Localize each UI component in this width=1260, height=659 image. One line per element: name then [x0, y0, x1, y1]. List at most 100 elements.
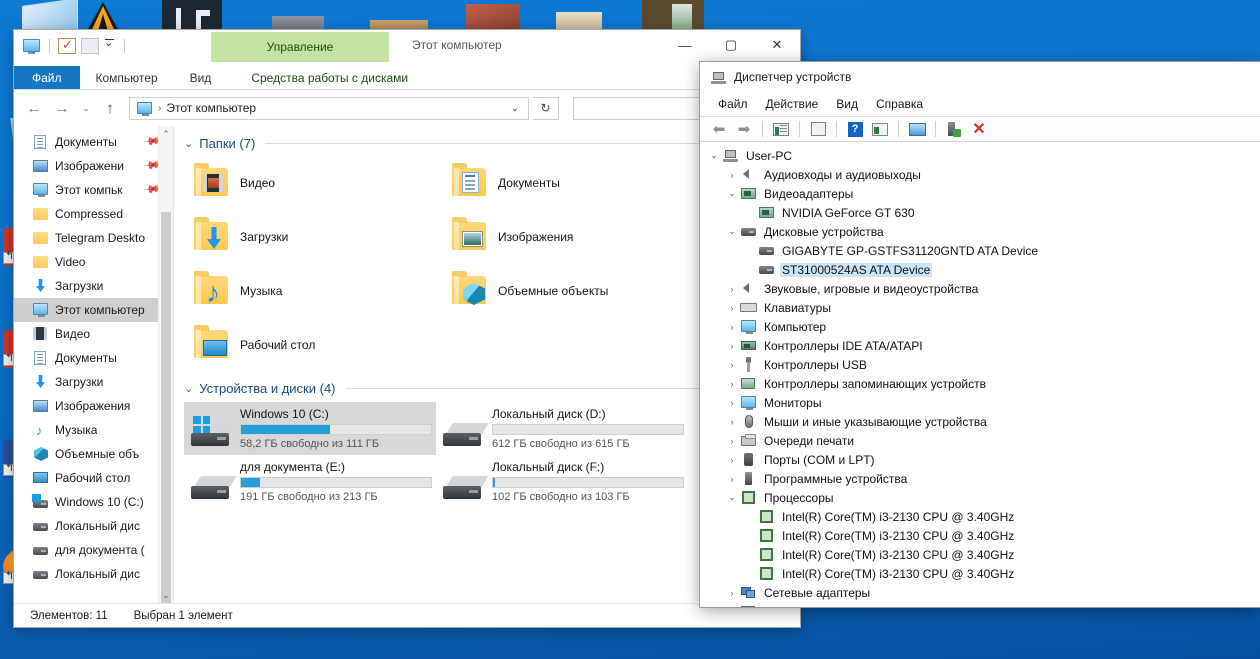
device-tree-row[interactable]: ⌄ User-PC	[700, 146, 1260, 165]
drive-tile[interactable]: Локальный диск (F:) 102 ГБ свободно из 10…	[436, 455, 688, 508]
new-folder-icon[interactable]	[81, 38, 99, 54]
device-tree-label[interactable]: Аудиовходы и аудиовыходы	[762, 168, 923, 182]
device-tree-row[interactable]: Intel(R) Core(TM) i3-2130 CPU @ 3.40GHz	[700, 545, 1260, 564]
chevron-right-icon[interactable]: ›	[724, 284, 740, 294]
drive-tile[interactable]: Windows 10 (C:) 58,2 ГБ свободно из 111 Г…	[184, 402, 436, 455]
device-tree-row[interactable]: › Контроллеры IDE ATA/ATAPI	[700, 336, 1260, 355]
device-tree-label[interactable]: Системные устройства	[762, 605, 895, 608]
nav-item-11[interactable]: Изображения	[14, 394, 173, 418]
chevron-down-icon[interactable]: ⌄	[724, 226, 740, 237]
device-tree-row[interactable]: ⌄ Дисковые устройства	[700, 222, 1260, 241]
this-pc-icon[interactable]	[23, 38, 41, 54]
device-tree-label[interactable]: ST31000524AS ATA Device	[780, 262, 933, 277]
device-tree-row[interactable]: › Сетевые адаптеры	[700, 583, 1260, 602]
nav-item-8[interactable]: Видео	[14, 322, 173, 346]
quick-access-toolbar[interactable]: ✓ ⌄	[14, 30, 128, 56]
chevron-right-icon[interactable]: ›	[724, 379, 740, 389]
scroll-up-arrow[interactable]: ⌃	[159, 126, 173, 142]
device-manager-toolbar[interactable]: ⬅ ➡ ? ✕	[700, 116, 1260, 142]
device-tree-label[interactable]: Клавиатуры	[762, 301, 833, 315]
device-tree-label[interactable]: Сетевые адаптеры	[762, 586, 872, 600]
nav-item-6[interactable]: Загрузки	[14, 274, 173, 298]
file-explorer-window[interactable]: ✓ ⌄ Управление Этот компьютер — ▢ ✕ Файл…	[14, 30, 800, 627]
device-tree-label[interactable]: GIGABYTE GP-GSTFS31120GNTD ATA Device	[780, 244, 1040, 258]
menu-help[interactable]: Справка	[868, 95, 931, 113]
device-tree-row[interactable]: › Порты (COM и LPT)	[700, 450, 1260, 469]
tab-computer[interactable]: Компьютер	[80, 66, 174, 89]
address-bar[interactable]: › Этот компьютер ⌄	[129, 96, 529, 120]
navigation-list[interactable]: Документы 📌 Изображени 📌 Этот компьк 📌 Compres…	[14, 126, 173, 586]
device-tree-label[interactable]: Контроллеры запоминающих устройств	[762, 377, 988, 391]
device-tree-row[interactable]: › Мониторы	[700, 393, 1260, 412]
folder-tile[interactable]: Объемные объекты	[442, 265, 700, 317]
device-tree-label[interactable]: Процессоры	[762, 491, 836, 505]
tab-view[interactable]: Вид	[174, 66, 228, 89]
back-icon[interactable]: ⬅	[708, 119, 730, 139]
chevron-right-icon[interactable]: ›	[724, 170, 740, 180]
chevron-down-icon[interactable]: ⌄	[724, 492, 740, 503]
scan-hardware-icon[interactable]	[869, 119, 891, 139]
device-tree-row[interactable]: › Программные устройства	[700, 469, 1260, 488]
device-tree-label[interactable]: Intel(R) Core(TM) i3-2130 CPU @ 3.40GHz	[780, 510, 1016, 524]
chevron-right-icon[interactable]: ›	[724, 417, 740, 427]
show-devices-icon[interactable]	[906, 119, 928, 139]
folder-tile[interactable]: Рабочий стол	[184, 319, 442, 371]
close-button[interactable]: ✕	[754, 30, 800, 60]
nav-item-9[interactable]: Документы	[14, 346, 173, 370]
nav-item-15[interactable]: Windows 10 (C:)	[14, 490, 173, 514]
device-tree-row[interactable]: › Очереди печати	[700, 431, 1260, 450]
device-tree-row[interactable]: ⌄ Видеоадаптеры	[700, 184, 1260, 203]
chevron-right-icon[interactable]: ›	[724, 341, 740, 351]
minimize-button[interactable]: —	[662, 30, 708, 60]
forward-button[interactable]: →	[50, 96, 74, 120]
chevron-down-icon[interactable]: ⌄	[184, 137, 193, 150]
nav-item-0[interactable]: Документы 📌	[14, 130, 173, 154]
refresh-button[interactable]: ↻	[533, 96, 559, 120]
device-tree-label[interactable]: Программные устройства	[762, 472, 909, 486]
device-tree-row[interactable]: › Системные устройства	[700, 602, 1260, 607]
folder-tile[interactable]: Изображения	[442, 211, 700, 263]
nav-item-1[interactable]: Изображени 📌	[14, 154, 173, 178]
device-tree-label[interactable]: Intel(R) Core(TM) i3-2130 CPU @ 3.40GHz	[780, 548, 1016, 562]
menu-file[interactable]: Файл	[710, 95, 756, 113]
nav-item-3[interactable]: Compressed	[14, 202, 173, 226]
nav-item-18[interactable]: Локальный дис	[14, 562, 173, 586]
chevron-right-icon[interactable]: ›	[724, 588, 740, 598]
scrollbar-thumb[interactable]	[161, 212, 171, 603]
customize-dropdown-icon[interactable]: ⌄	[104, 37, 116, 54]
tab-file[interactable]: Файл	[14, 66, 80, 89]
explorer-window-controls[interactable]: — ▢ ✕	[662, 30, 800, 60]
device-tree-row[interactable]: › Клавиатуры	[700, 298, 1260, 317]
folder-tile[interactable]: ♪ Музыка	[184, 265, 442, 317]
up-button[interactable]: ↑	[98, 96, 122, 120]
device-tree-label[interactable]: Дисковые устройства	[762, 225, 886, 239]
device-tree-row[interactable]: › Звуковые, игровые и видеоустройства	[700, 279, 1260, 298]
nav-item-17[interactable]: для документа (	[14, 538, 173, 562]
folder-tile[interactable]: Видео	[184, 157, 442, 209]
device-tree-label[interactable]: NVIDIA GeForce GT 630	[780, 206, 917, 220]
chevron-right-icon[interactable]: ›	[724, 455, 740, 465]
device-tree-row[interactable]: › Контроллеры USB	[700, 355, 1260, 374]
drive-tile[interactable]: Локальный диск (D:) 612 ГБ свободно из 61…	[436, 402, 688, 455]
chevron-right-icon[interactable]: ›	[724, 322, 740, 332]
device-tree-row[interactable]: › Аудиовходы и аудиовыходы	[700, 165, 1260, 184]
nav-item-2[interactable]: Этот компьк 📌	[14, 178, 173, 202]
device-tree-row[interactable]: Intel(R) Core(TM) i3-2130 CPU @ 3.40GHz	[700, 526, 1260, 545]
chevron-right-icon[interactable]: ›	[724, 398, 740, 408]
chevron-right-icon[interactable]: ›	[724, 474, 740, 484]
chevron-down-icon[interactable]: ⌄	[724, 188, 740, 199]
nav-item-16[interactable]: Локальный дис	[14, 514, 173, 538]
back-button[interactable]: ←	[22, 96, 46, 120]
navigation-scrollbar[interactable]: ⌃ ⌄	[158, 126, 173, 603]
drive-tile[interactable]: для документа (E:) 191 ГБ свободно из 213…	[184, 455, 436, 508]
device-tree-label[interactable]: Контроллеры USB	[762, 358, 869, 372]
device-tree-row[interactable]: › Компьютер	[700, 317, 1260, 336]
nav-item-12[interactable]: ♪ Музыка	[14, 418, 173, 442]
nav-item-4[interactable]: Telegram Deskto	[14, 226, 173, 250]
ribbon-tab-strip[interactable]: Файл Компьютер Вид Средства работы с дис…	[14, 66, 800, 90]
device-tree-row[interactable]: ⌄ Процессоры	[700, 488, 1260, 507]
nav-item-5[interactable]: Video	[14, 250, 173, 274]
address-dropdown-icon[interactable]: ⌄	[504, 103, 526, 114]
device-manager-menubar[interactable]: Файл Действие Вид Справка	[700, 92, 1260, 116]
device-manager-titlebar[interactable]: Диспетчер устройств	[700, 62, 1260, 92]
